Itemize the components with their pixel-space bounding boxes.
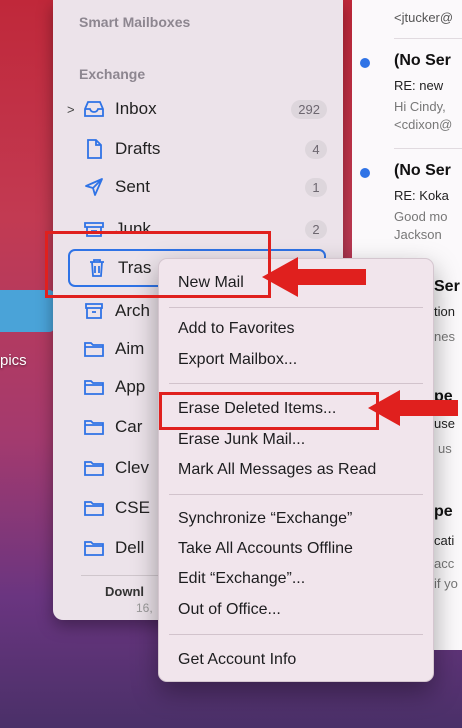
sidebar-item-label: Inbox (115, 99, 157, 118)
sidebar-item-label: Clev (115, 458, 150, 477)
chevron-right-icon[interactable]: > (67, 102, 81, 117)
mailbox-context-menu: New Mail Add to Favorites Export Mailbox… (158, 258, 434, 682)
message-preview: if yo (434, 576, 458, 591)
red-arrow-icon (262, 257, 366, 297)
message-preview: Jackson (394, 227, 442, 242)
message-sender: Ser (434, 278, 460, 295)
menu-item-get-account-info[interactable]: Get Account Info (178, 651, 296, 669)
folder-icon (81, 377, 107, 397)
message-preview: us (438, 441, 452, 456)
sidebar-item-sent[interactable]: Sent 1 (67, 170, 335, 204)
message-sender: (No Ser (394, 52, 451, 69)
message-preview: Hi Cindy, (394, 99, 446, 114)
menu-item-edit-account[interactable]: Edit “Exchange”... (178, 570, 305, 588)
trash-highlight-box (45, 231, 271, 298)
menu-item-export-mailbox[interactable]: Export Mailbox... (178, 351, 297, 369)
message-sender: pe (434, 503, 453, 520)
message-subject: cati (434, 533, 455, 548)
smart-mailboxes-header[interactable]: Smart Mailboxes (79, 14, 190, 30)
menu-item-mark-all-read[interactable]: Mark All Messages as Read (178, 461, 376, 479)
sidebar-item-label: Dell (115, 538, 145, 557)
junk-count-badge: 2 (305, 219, 327, 239)
message-subject: RE: new (394, 78, 444, 93)
desktop-folder-label: pics (0, 352, 27, 369)
menu-item-synchronize[interactable]: Synchronize “Exchange” (178, 510, 352, 528)
folder-icon (81, 538, 107, 558)
menu-item-add-to-favorites[interactable]: Add to Favorites (178, 320, 295, 338)
unread-dot-icon (360, 168, 370, 178)
menu-item-out-of-office[interactable]: Out of Office... (178, 601, 281, 619)
unread-dot-icon (360, 58, 370, 68)
message-preview: acc (434, 556, 455, 571)
tray-icon (81, 99, 107, 119)
red-arrow-icon (368, 390, 458, 426)
document-icon (81, 139, 107, 159)
message-preview-text: <jtucker@ (394, 10, 454, 25)
sidebar-item-drafts[interactable]: Drafts 4 (67, 132, 335, 166)
sidebar-item-label: Drafts (115, 139, 161, 158)
menu-item-take-offline[interactable]: Take All Accounts Offline (178, 540, 353, 558)
sidebar-item-label: Car (115, 417, 143, 436)
draft-count-badge: 4 (305, 139, 327, 159)
message-preview: Good mo (394, 209, 448, 224)
message-preview: <cdixon@ (394, 117, 453, 132)
folder-icon (81, 498, 107, 518)
exchange-account-header[interactable]: Exchange (79, 66, 145, 82)
message-preview: nes (434, 329, 455, 344)
menu-item-erase-junk-mail[interactable]: Erase Junk Mail... (178, 431, 305, 449)
message-subject: RE: Koka (394, 188, 449, 203)
paper-plane-icon (81, 177, 107, 197)
archive-box-icon (81, 301, 107, 321)
sidebar-item-inbox[interactable]: > Inbox 292 (67, 92, 335, 126)
sidebar-item-label: CSE (115, 498, 150, 517)
sidebar-item-label: Arch (115, 301, 150, 320)
sidebar-item-label: Sent (115, 177, 150, 196)
folder-icon (81, 339, 107, 359)
message-sender: (No Ser (394, 162, 451, 179)
folder-icon (81, 417, 107, 437)
message-subject: tion (434, 304, 455, 319)
unread-count-badge: 292 (291, 99, 327, 119)
erase-deleted-highlight-box (159, 392, 379, 430)
sent-count-badge: 1 (305, 177, 327, 197)
sidebar-item-label: Aim (115, 339, 145, 358)
sidebar-item-label: App (115, 377, 146, 396)
folder-icon (81, 458, 107, 478)
